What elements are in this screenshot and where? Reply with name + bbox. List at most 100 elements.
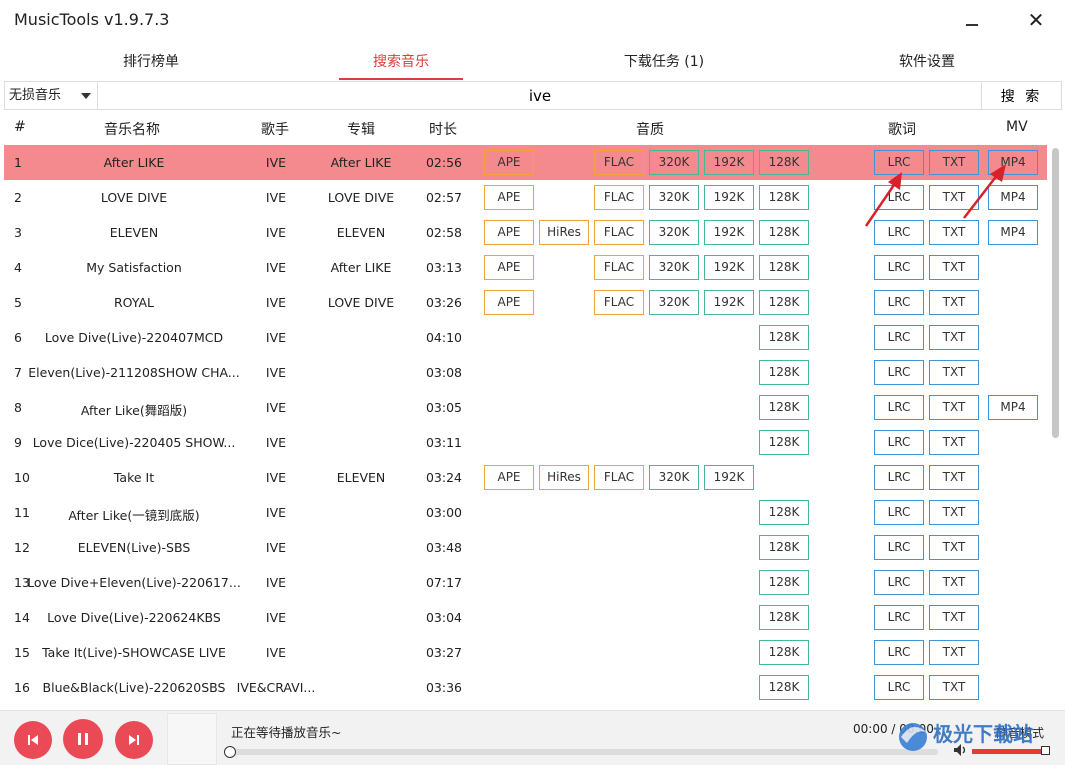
- lyrics-lrc-button[interactable]: LRC: [874, 640, 924, 665]
- lyrics-lrc-button[interactable]: LRC: [874, 290, 924, 315]
- tab-search-music[interactable]: 搜索音乐: [339, 44, 463, 80]
- table-scrollbar[interactable]: [1051, 146, 1061, 704]
- table-row[interactable]: 5 ROYAL IVE LOVE DIVE 03:26 APE FLAC 320K 192K 12…: [4, 285, 1047, 320]
- table-row[interactable]: 10 Take It IVE ELEVEN 03:24 APE HiRes FLAC 320K 1…: [4, 460, 1047, 495]
- lyrics-txt-button[interactable]: TXT: [929, 255, 979, 280]
- quality-128k-button[interactable]: 128K: [759, 570, 809, 595]
- quality-128k-button[interactable]: 128K: [759, 325, 809, 350]
- quality-320k-button[interactable]: 320K: [649, 220, 699, 245]
- lyrics-txt-button[interactable]: TXT: [929, 500, 979, 525]
- lyrics-txt-button[interactable]: TXT: [929, 570, 979, 595]
- lyrics-lrc-button[interactable]: LRC: [874, 605, 924, 630]
- table-row[interactable]: 16 Blue&Black(Live)-220620SBS IVE&CRAVI...…: [4, 670, 1047, 705]
- lyrics-txt-button[interactable]: TXT: [929, 430, 979, 455]
- quality-ape-button[interactable]: APE: [484, 150, 534, 175]
- quality-flac-button[interactable]: FLAC: [594, 220, 644, 245]
- table-row[interactable]: 11 After Like(一镜到底版) IVE 03:00 128K LRC TXT: [4, 495, 1047, 530]
- lyrics-lrc-button[interactable]: LRC: [874, 675, 924, 700]
- quality-320k-button[interactable]: 320K: [649, 255, 699, 280]
- quality-ape-button[interactable]: APE: [484, 220, 534, 245]
- tab-settings[interactable]: 软件设置: [875, 44, 979, 78]
- lyrics-lrc-button[interactable]: LRC: [874, 395, 924, 420]
- lyrics-txt-button[interactable]: TXT: [929, 220, 979, 245]
- quality-192k-button[interactable]: 192K: [704, 220, 754, 245]
- close-button[interactable]: ✕: [1022, 8, 1050, 32]
- lyrics-txt-button[interactable]: TXT: [929, 290, 979, 315]
- quality-192k-button[interactable]: 192K: [704, 465, 754, 490]
- minimize-button[interactable]: [958, 8, 986, 32]
- lyrics-lrc-button[interactable]: LRC: [874, 570, 924, 595]
- quality-128k-button[interactable]: 128K: [759, 675, 809, 700]
- pause-button[interactable]: [63, 719, 103, 759]
- quality-128k-button[interactable]: 128K: [759, 290, 809, 315]
- quality-ape-button[interactable]: APE: [484, 465, 534, 490]
- quality-128k-button[interactable]: 128K: [759, 150, 809, 175]
- lyrics-txt-button[interactable]: TXT: [929, 465, 979, 490]
- lyrics-txt-button[interactable]: TXT: [929, 640, 979, 665]
- search-input[interactable]: [99, 82, 981, 109]
- tab-downloads[interactable]: 下载任务 (1): [600, 44, 728, 78]
- watermark-logo: 极光下载站: [899, 722, 1033, 751]
- table-row[interactable]: 7 Eleven(Live)-211208SHOW CHA... IVE 03:08 1…: [4, 355, 1047, 390]
- lyrics-lrc-button[interactable]: LRC: [874, 535, 924, 560]
- table-row[interactable]: 14 Love Dive(Live)-220624KBS IVE 03:04 128K L…: [4, 600, 1047, 635]
- table-row[interactable]: 13 Love Dive+Eleven(Live)-220617... IVE 07:…: [4, 565, 1047, 600]
- quality-ape-button[interactable]: APE: [484, 255, 534, 280]
- progress-bar[interactable]: [224, 746, 938, 758]
- table-row[interactable]: 4 My Satisfaction IVE After LIKE 03:13 APE FLA…: [4, 250, 1047, 285]
- table-row[interactable]: 12 ELEVEN(Live)-SBS IVE 03:48 128K LRC TXT: [4, 530, 1047, 565]
- quality-128k-button[interactable]: 128K: [759, 255, 809, 280]
- quality-flac-button[interactable]: FLAC: [594, 150, 644, 175]
- lyrics-lrc-button[interactable]: LRC: [874, 360, 924, 385]
- quality-hires-button[interactable]: HiRes: [539, 465, 589, 490]
- quality-320k-button[interactable]: 320K: [649, 290, 699, 315]
- lyrics-lrc-button[interactable]: LRC: [874, 465, 924, 490]
- lyrics-lrc-button[interactable]: LRC: [874, 500, 924, 525]
- previous-button[interactable]: [14, 721, 52, 759]
- quality-128k-button[interactable]: 128K: [759, 220, 809, 245]
- quality-flac-button[interactable]: FLAC: [594, 290, 644, 315]
- quality-flac-button[interactable]: FLAC: [594, 465, 644, 490]
- lyrics-txt-button[interactable]: TXT: [929, 360, 979, 385]
- lyrics-lrc-button[interactable]: LRC: [874, 430, 924, 455]
- lyrics-txt-button[interactable]: TXT: [929, 395, 979, 420]
- quality-320k-button[interactable]: 320K: [649, 185, 699, 210]
- mv-mp4-button[interactable]: MP4: [988, 395, 1038, 420]
- quality-hires-button[interactable]: HiRes: [539, 220, 589, 245]
- lyrics-lrc-button[interactable]: LRC: [874, 325, 924, 350]
- quality-ape-button[interactable]: APE: [484, 185, 534, 210]
- search-button[interactable]: 搜 索: [981, 81, 1062, 110]
- lyrics-txt-button[interactable]: TXT: [929, 325, 979, 350]
- table-row[interactable]: 15 Take It(Live)-SHOWCASE LIVE IVE 03:27 128…: [4, 635, 1047, 670]
- quality-192k-button[interactable]: 192K: [704, 290, 754, 315]
- lyrics-txt-button[interactable]: TXT: [929, 535, 979, 560]
- quality-192k-button[interactable]: 192K: [704, 185, 754, 210]
- table-row[interactable]: 8 After Like(舞蹈版) IVE 03:05 128K LRC TXT MP4: [4, 390, 1047, 425]
- quality-flac-button[interactable]: FLAC: [594, 185, 644, 210]
- quality-128k-button[interactable]: 128K: [759, 185, 809, 210]
- quality-128k-button[interactable]: 128K: [759, 430, 809, 455]
- quality-192k-button[interactable]: 192K: [704, 150, 754, 175]
- table-row[interactable]: 9 Love Dice(Live)-220405 SHOW... IVE 03:11 1…: [4, 425, 1047, 460]
- quality-128k-button[interactable]: 128K: [759, 500, 809, 525]
- quality-320k-button[interactable]: 320K: [649, 465, 699, 490]
- quality-ape-button[interactable]: APE: [484, 290, 534, 315]
- tab-charts[interactable]: 排行榜单: [96, 44, 206, 78]
- quality-128k-button[interactable]: 128K: [759, 395, 809, 420]
- quality-128k-button[interactable]: 128K: [759, 605, 809, 630]
- quality-128k-button[interactable]: 128K: [759, 535, 809, 560]
- source-select[interactable]: 无损音乐: [5, 82, 98, 109]
- quality-128k-button[interactable]: 128K: [759, 360, 809, 385]
- mv-mp4-button[interactable]: MP4: [988, 220, 1038, 245]
- progress-knob[interactable]: [224, 746, 236, 758]
- lyrics-txt-button[interactable]: TXT: [929, 605, 979, 630]
- quality-192k-button[interactable]: 192K: [704, 255, 754, 280]
- scrollbar-thumb[interactable]: [1052, 148, 1059, 438]
- table-row[interactable]: 6 Love Dive(Live)-220407MCD IVE 04:10 128K LR…: [4, 320, 1047, 355]
- next-button[interactable]: [115, 721, 153, 759]
- lyrics-lrc-button[interactable]: LRC: [874, 255, 924, 280]
- quality-320k-button[interactable]: 320K: [649, 150, 699, 175]
- quality-flac-button[interactable]: FLAC: [594, 255, 644, 280]
- lyrics-txt-button[interactable]: TXT: [929, 675, 979, 700]
- quality-128k-button[interactable]: 128K: [759, 640, 809, 665]
